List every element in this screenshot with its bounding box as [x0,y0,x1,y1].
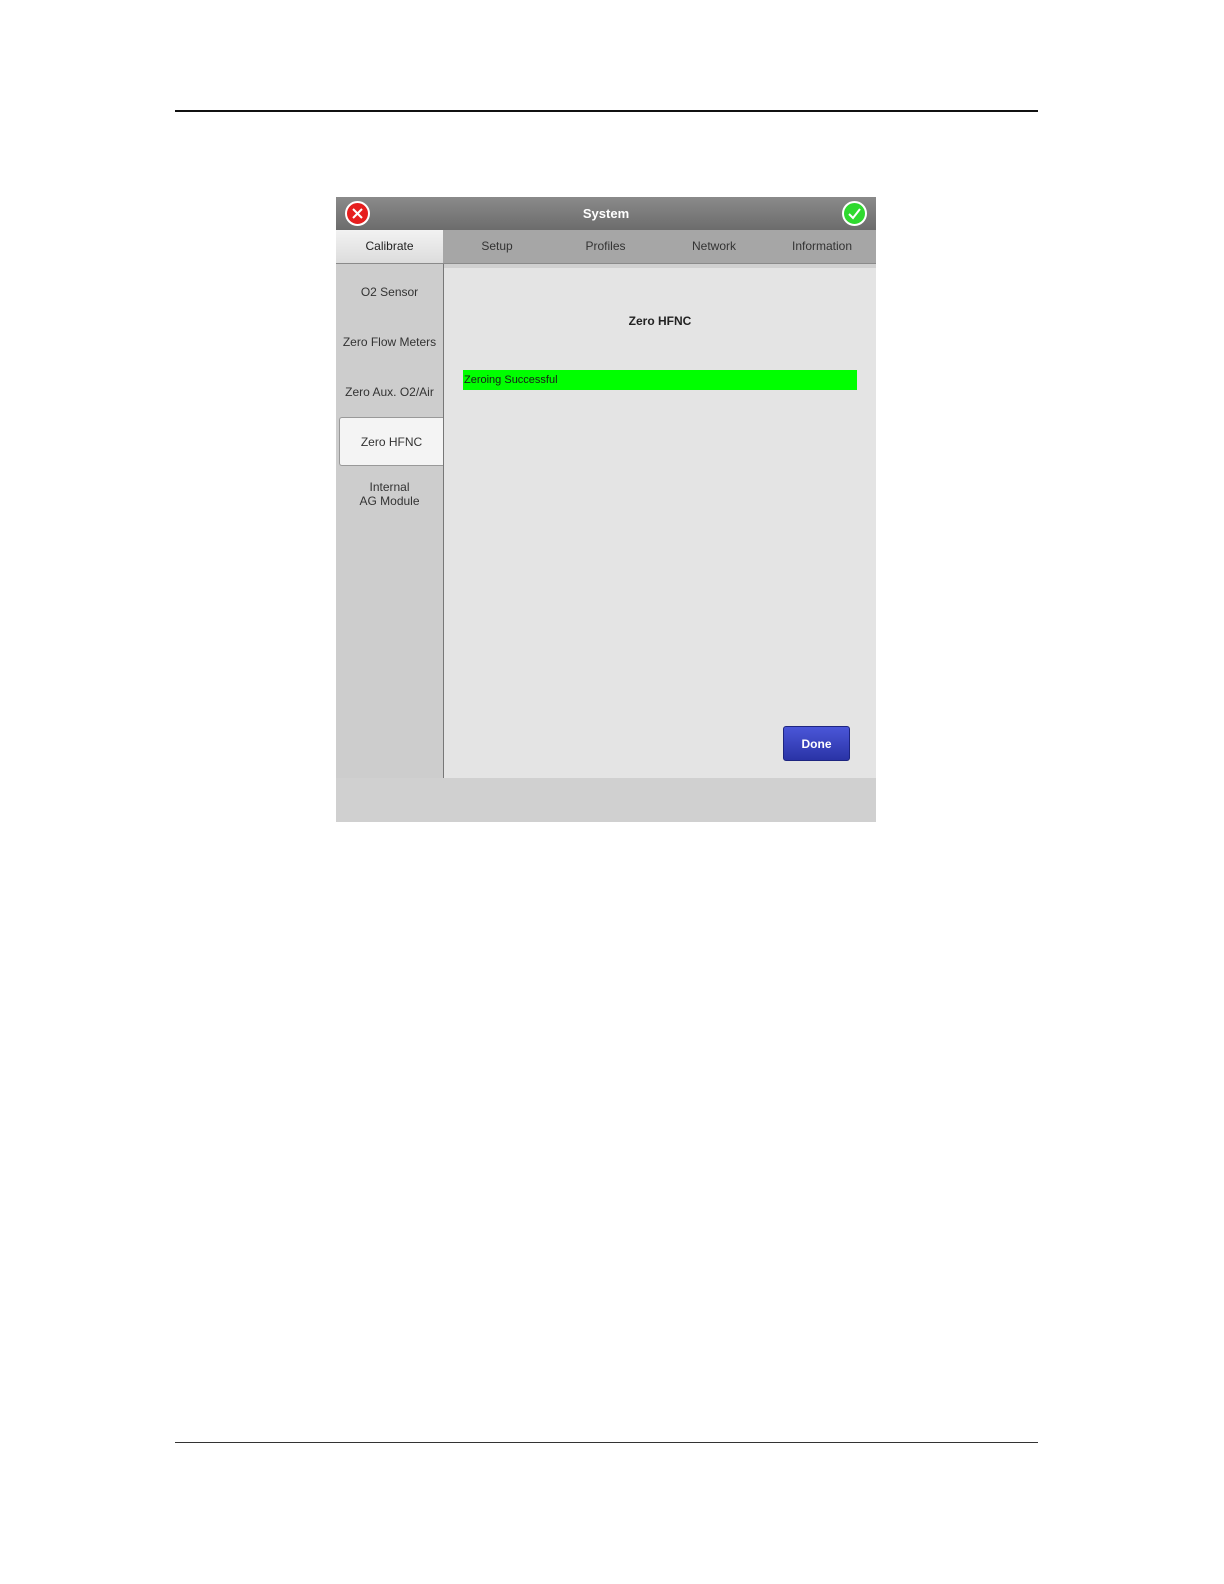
sidebar-item-zero-aux-o2-air[interactable]: Zero Aux. O2/Air [336,367,443,417]
footer-bar [336,778,876,822]
done-button[interactable]: Done [783,726,850,761]
sidebar-item-label: Zero Flow Meters [342,335,437,349]
tab-bar: Calibrate Setup Profiles Network Informa… [336,230,876,264]
page-title: Zero HFNC [628,314,692,328]
sidebar-item-o2-sensor[interactable]: O2 Sensor [336,267,443,317]
check-icon [848,208,861,220]
confirm-button[interactable] [842,201,867,226]
tab-profiles[interactable]: Profiles [551,230,660,263]
sidebar-item-label: Zero HFNC [360,434,423,449]
sidebar-item-internal-ag-module[interactable]: Internal AG Module [336,469,443,519]
bottom-rule [175,1442,1038,1443]
tab-information[interactable]: Information [768,230,876,263]
sidebar-item-zero-flow-meters[interactable]: Zero Flow Meters [336,317,443,367]
top-rule [175,110,1038,112]
dialog-title: System [582,206,630,221]
sidebar-item-label: O2 Sensor [360,285,419,299]
sidebar-item-label: Internal AG Module [359,480,420,508]
sidebar-item-label: Zero Aux. O2/Air [345,385,434,399]
tab-calibrate[interactable]: Calibrate [336,230,443,263]
title-bar: System [336,197,876,230]
status-banner: Zeroing Successful [463,370,857,390]
calibrate-sidebar: O2 Sensor Zero Flow Meters Zero Aux. O2/… [336,264,444,778]
tab-setup[interactable]: Setup [443,230,551,263]
system-dialog: System Calibrate Setup Profiles Network … [336,197,876,822]
sidebar-item-zero-hfnc[interactable]: Zero HFNC [339,417,443,466]
main-panel: Zero HFNC Zeroing Successful Done [444,268,876,778]
tab-network[interactable]: Network [660,230,768,263]
